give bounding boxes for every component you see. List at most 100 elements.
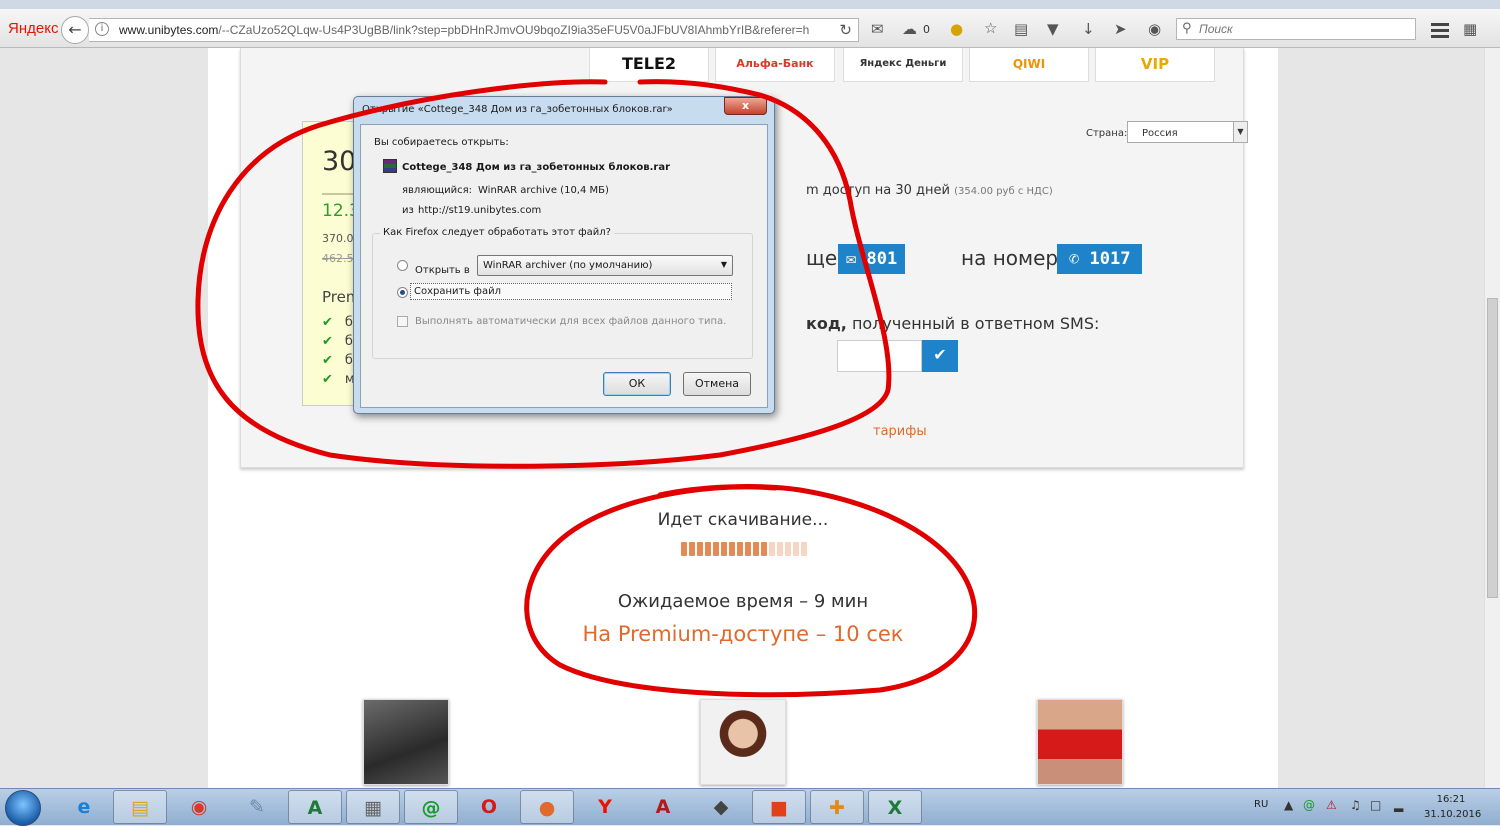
- clock-date[interactable]: 31.10.2016: [1424, 809, 1481, 820]
- progress-segment: [761, 542, 767, 556]
- open-with-select[interactable]: WinRAR archiver (по умолчанию) ▼: [477, 255, 733, 276]
- thumbnail-image[interactable]: [363, 699, 449, 785]
- signal-icon[interactable]: ▂: [1394, 798, 1403, 812]
- open-with-label[interactable]: Открыть в: [415, 265, 470, 276]
- progress-segment: [785, 542, 791, 556]
- yandex-money-logo[interactable]: Яндекс Деньги: [843, 48, 963, 82]
- dialog-filename: Cottege_348 Дом из га_зобетонных блоков.…: [402, 162, 671, 173]
- sms-code-input[interactable]: [837, 340, 922, 372]
- winrar-file-icon: [383, 159, 397, 173]
- yandex-browser-icon[interactable]: Y: [578, 790, 632, 824]
- auto-action-label: Выполнять автоматически для всех файлов …: [415, 316, 727, 327]
- progress-segment: [705, 542, 711, 556]
- game-launcher-icon[interactable]: ✚: [810, 790, 864, 824]
- ok-button[interactable]: ОК: [603, 372, 671, 396]
- auto-action-checkbox[interactable]: [397, 316, 408, 327]
- country-select[interactable]: Россия ▼: [1127, 121, 1248, 143]
- autocad-icon[interactable]: A: [636, 790, 690, 824]
- device-icon[interactable]: □: [1370, 798, 1381, 812]
- design-app-icon[interactable]: ■: [752, 790, 806, 824]
- reload-icon[interactable]: ↻: [839, 21, 852, 39]
- cancel-button[interactable]: Отмена: [683, 372, 751, 396]
- tab-strip[interactable]: [0, 0, 1500, 9]
- opera-icon[interactable]: O: [462, 790, 516, 824]
- scroll-thumb[interactable]: [1487, 298, 1498, 598]
- world-of-tanks-icon[interactable]: ◆: [694, 790, 748, 824]
- thumbnail-image[interactable]: [700, 699, 786, 785]
- envelope-icon: ✉: [846, 249, 857, 269]
- dropdown-arrow-icon[interactable]: ▼: [1233, 122, 1247, 142]
- paint-icon[interactable]: ✎: [230, 790, 284, 824]
- mail-icon[interactable]: ✉: [871, 21, 884, 37]
- sms-code-badge: ✉ 801: [838, 244, 906, 274]
- download-status: Идет скачивание...: [657, 510, 829, 530]
- address-bar[interactable]: i www.unibytes.com/--CZaUzo52QLqw-Us4P3U…: [89, 18, 859, 42]
- progress-segment: [713, 542, 719, 556]
- site-info-icon[interactable]: i: [95, 22, 109, 36]
- search-box[interactable]: ⚲: [1176, 18, 1416, 40]
- progress-segment: [777, 542, 783, 556]
- send-icon[interactable]: ➤: [1114, 21, 1127, 37]
- phone-icon: ✆: [1069, 249, 1080, 269]
- chat-icon[interactable]: ◉: [1148, 21, 1161, 37]
- brand-label: Яндекс: [8, 20, 59, 37]
- hamburger-menu-icon[interactable]: [1431, 23, 1449, 41]
- url-text[interactable]: www.unibytes.com/--CZaUzo52QLqw-Us4P3UgB…: [119, 23, 809, 37]
- tariffs-link[interactable]: тарифы: [873, 424, 927, 439]
- alfa-bank-logo[interactable]: Альфа-Банк: [715, 48, 835, 82]
- check-icon: ✔: [322, 372, 333, 387]
- show-hidden-icons-icon[interactable]: ▲: [1284, 798, 1293, 812]
- progress-segment: [721, 542, 727, 556]
- coin-icon[interactable]: ●: [950, 21, 963, 37]
- sms-number-badge: ✆ 1017: [1057, 244, 1143, 274]
- pocket-icon[interactable]: ▼: [1047, 21, 1059, 37]
- page-scrollbar[interactable]: [1484, 48, 1500, 788]
- back-button[interactable]: ←: [61, 16, 89, 44]
- download-icon[interactable]: ↓: [1082, 21, 1095, 37]
- submit-code-button[interactable]: ✔: [922, 340, 958, 372]
- file-explorer-icon[interactable]: ▤: [113, 790, 167, 824]
- action-question: Как Firefox следует обработать этот файл…: [380, 227, 614, 238]
- network-error-icon[interactable]: ⚠: [1326, 798, 1337, 812]
- check-icon: ✔: [322, 353, 333, 368]
- progress-segment: [729, 542, 735, 556]
- save-file-radio[interactable]: [397, 287, 408, 298]
- internet-explorer-icon[interactable]: e: [57, 790, 111, 824]
- dialog-intro: Вы собираетесь открыть:: [374, 137, 509, 148]
- language-indicator[interactable]: RU: [1254, 799, 1268, 810]
- save-file-label: Сохранить файл: [414, 286, 501, 297]
- open-with-radio[interactable]: [397, 260, 408, 271]
- file-source-label: из: [402, 205, 414, 216]
- action-group: Как Firefox следует обработать этот файл…: [372, 227, 753, 359]
- country-label: Страна:: [1086, 128, 1128, 139]
- download-eta: Ожидаемое время – 9 мин: [617, 591, 869, 612]
- thumbnail-image[interactable]: [1037, 699, 1123, 785]
- save-file-option[interactable]: Сохранить файл: [410, 283, 732, 300]
- bookmarks-list-icon[interactable]: ▤: [1014, 21, 1028, 37]
- tele2-logo[interactable]: TELE2: [589, 48, 709, 82]
- calculator-icon[interactable]: ▦: [346, 790, 400, 824]
- dialog-close-button[interactable]: x: [724, 97, 767, 115]
- volume-icon[interactable]: ♫: [1350, 798, 1361, 812]
- chrome-icon[interactable]: ◉: [172, 790, 226, 824]
- premium-eta-link[interactable]: На Premium-доступе – 10 сек: [208, 622, 1278, 646]
- firefox-icon[interactable]: ●: [520, 790, 574, 824]
- dialog-body: Вы собираетесь открыть: Cottege_348 Дом …: [360, 124, 768, 408]
- cloud-icon[interactable]: ☁: [902, 21, 917, 37]
- qiwi-logo[interactable]: QIWI: [969, 48, 1089, 82]
- vip-logo[interactable]: VIP: [1095, 48, 1215, 82]
- excel-icon[interactable]: X: [868, 790, 922, 824]
- progress-segment: [801, 542, 807, 556]
- start-button[interactable]: [5, 790, 41, 826]
- yandex-logo[interactable]: Яндекс: [8, 20, 58, 37]
- notification-count: 0: [923, 23, 930, 36]
- dropdown-arrow-icon: ▼: [720, 260, 727, 269]
- icq-tray-icon[interactable]: @: [1303, 798, 1315, 812]
- search-input[interactable]: [1199, 22, 1399, 36]
- sidebar-icon[interactable]: ▦: [1463, 21, 1477, 37]
- icq-icon[interactable]: @: [404, 790, 458, 824]
- download-progress-bar: [681, 541, 809, 556]
- accounting-app-icon[interactable]: A: [288, 790, 342, 824]
- bookmark-star-icon[interactable]: ☆: [984, 20, 997, 36]
- clock-time[interactable]: 16:21: [1424, 794, 1478, 805]
